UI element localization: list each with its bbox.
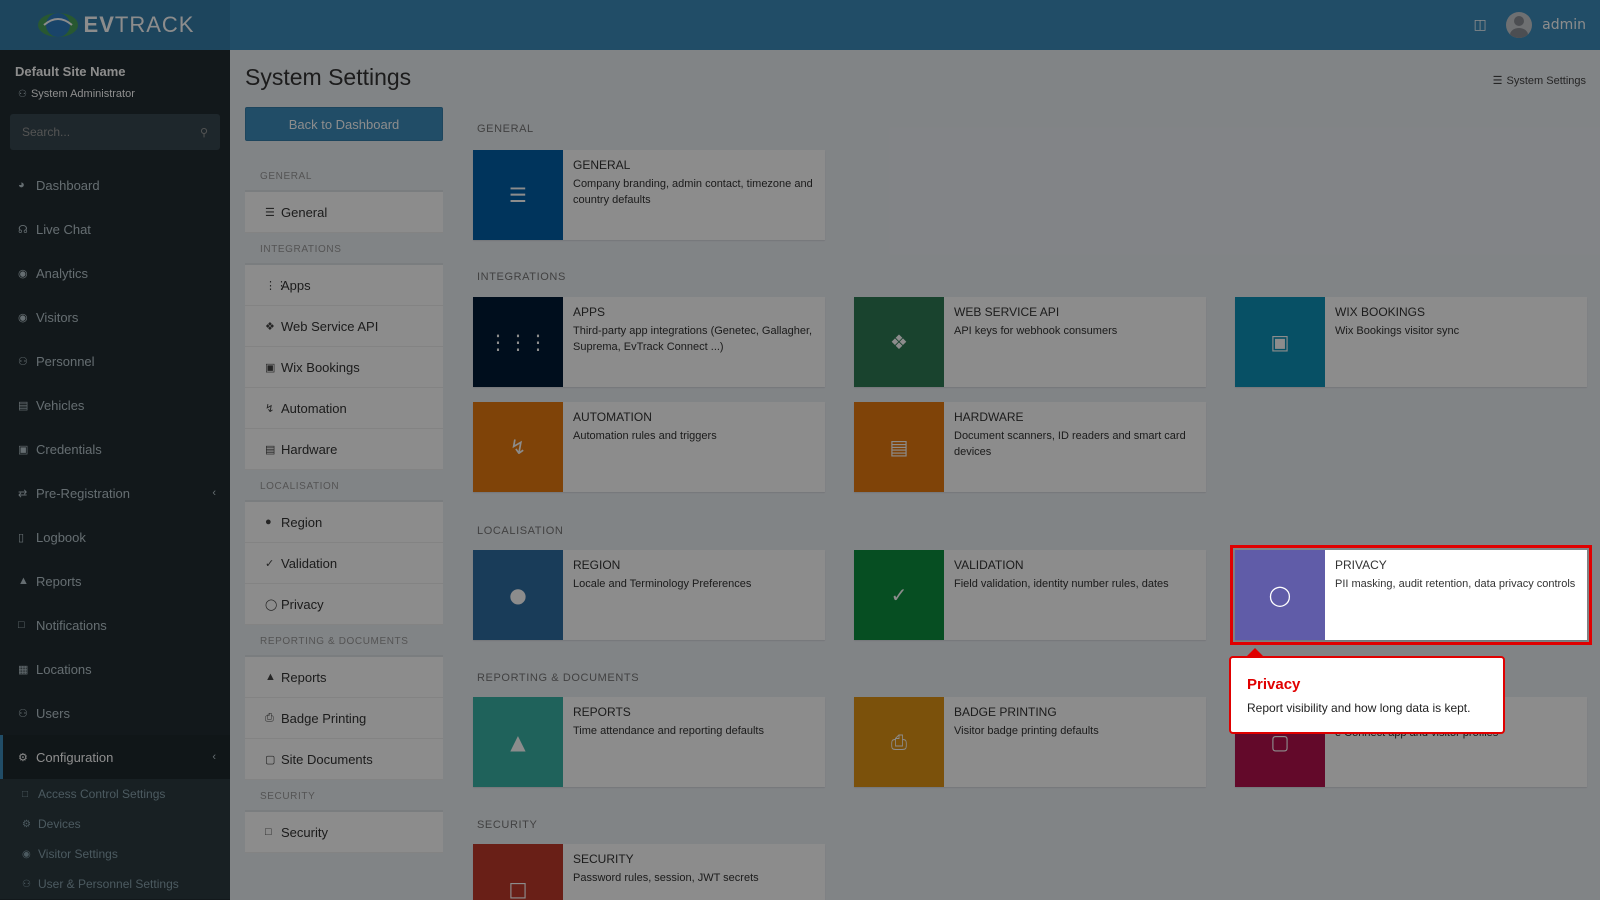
shield-icon: ◯ — [1235, 550, 1325, 640]
tooltip-title: Privacy — [1247, 676, 1301, 693]
tour-tooltip: Privacy Report visibility and how long d… — [1229, 648, 1505, 734]
tile-privacy[interactable]: ◯ PRIVACY PII masking, audit retention, d… — [1230, 545, 1592, 645]
tour-overlay[interactable] — [0, 0, 1600, 900]
tile-title: PRIVACY — [1335, 558, 1387, 572]
tooltip-text: Report visibility and how long data is k… — [1247, 701, 1471, 715]
tile-desc: PII masking, audit retention, data priva… — [1335, 578, 1576, 590]
